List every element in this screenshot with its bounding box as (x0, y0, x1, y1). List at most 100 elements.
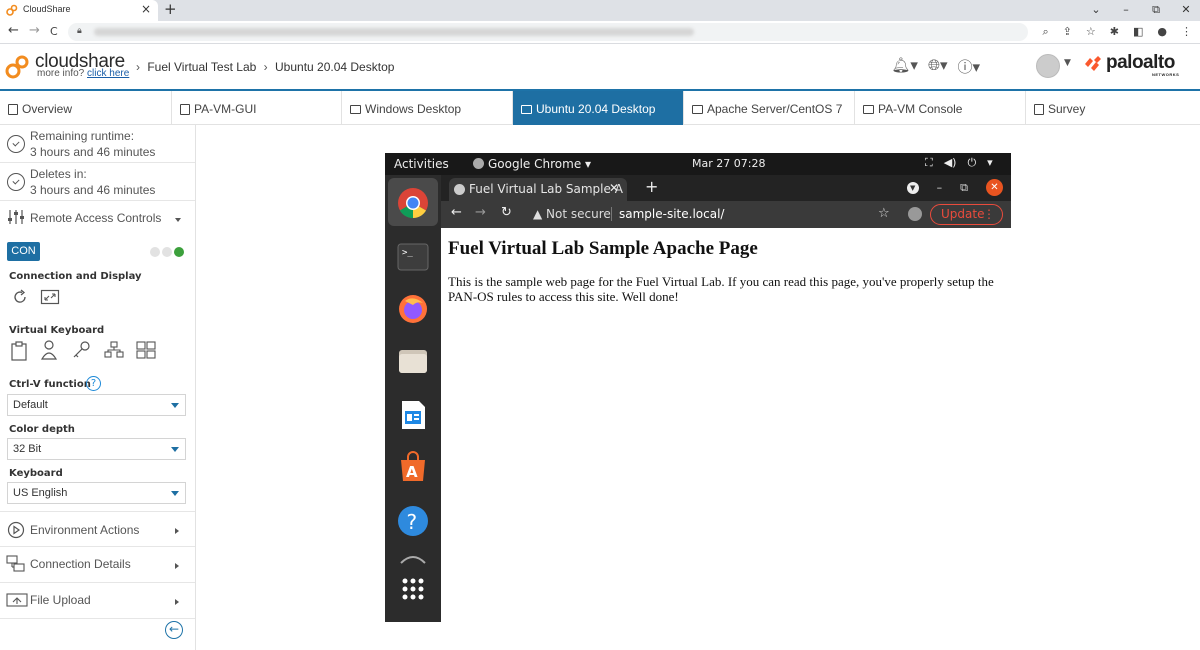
deletes-in: Deletes in: 3 hours and 46 minutes (0, 163, 195, 201)
chevron-down-icon (171, 403, 179, 408)
close-tab-icon[interactable]: × (141, 2, 151, 16)
tab-ubuntu-desktop[interactable]: Ubuntu 20.04 Desktop (513, 91, 684, 125)
keyboard-select[interactable]: US English (7, 482, 186, 504)
tab-overview[interactable]: Overview (0, 91, 172, 125)
firefox-dock-icon[interactable] (397, 293, 429, 325)
profile-icon[interactable]: ● (1157, 25, 1167, 39)
file-upload[interactable]: File Upload (0, 583, 195, 619)
sitemap-icon[interactable] (104, 341, 124, 359)
remaining-runtime: Remaining runtime: 3 hours and 46 minute… (0, 125, 195, 163)
bell-icon[interactable]: 🔔︎▾ (891, 56, 918, 77)
minimize-icon[interactable]: – (937, 181, 943, 194)
chrome-tab[interactable]: Fuel Virtual Lab Sample A ✕ (449, 178, 627, 201)
svg-text:>_: >_ (402, 248, 413, 258)
ctrlv-heading: Ctrl-V function (9, 379, 91, 390)
reload-icon[interactable]: C (50, 25, 58, 38)
tray-caret-icon: ▾ (987, 156, 993, 169)
close-tab-icon[interactable]: ✕ (609, 181, 619, 195)
collapse-sidebar-icon[interactable]: ← (165, 621, 183, 639)
cloudshare-logo-icon[interactable] (5, 54, 31, 80)
remote-access-controls[interactable]: Remote Access Controls (0, 201, 195, 233)
page-heading: Fuel Virtual Lab Sample Apache Page (448, 238, 758, 259)
bookmark-star-icon[interactable]: ☆ (1086, 25, 1096, 39)
tab-windows-desktop[interactable]: Windows Desktop (342, 91, 513, 125)
clipboard-icon[interactable] (10, 340, 28, 362)
tab-survey[interactable]: Survey (1026, 91, 1200, 125)
files-dock-icon[interactable] (397, 345, 429, 377)
back-icon[interactable]: ← (451, 205, 462, 220)
dock-separator-icon (400, 556, 426, 564)
address-bar[interactable]: 🔒︎ (68, 23, 1028, 41)
back-icon[interactable]: ← (8, 23, 19, 38)
color-depth-heading: Color depth (9, 424, 75, 435)
extensions-icon[interactable]: ✱ (1110, 25, 1119, 39)
environment-actions[interactable]: Environment Actions (0, 511, 195, 547)
status-dot (162, 247, 172, 257)
avatar-caret-icon[interactable]: ▼ (1064, 58, 1071, 68)
globe-icon[interactable]: 🌐︎▾ (928, 56, 948, 77)
fullscreen-icon[interactable] (40, 287, 60, 307)
restore-icon[interactable]: ⧉ (1150, 3, 1162, 17)
clock-icon (7, 135, 25, 153)
not-secure-indicator[interactable]: ▲ Not secure (533, 207, 611, 221)
help-icon[interactable]: ? (86, 376, 101, 391)
show-apps-icon[interactable] (397, 573, 429, 605)
chevron-down-icon (175, 218, 181, 222)
browser-tab[interactable]: CloudShare × (0, 0, 158, 21)
help-icon[interactable]: ⓘ▾ (957, 56, 980, 77)
breadcrumb-project[interactable]: Fuel Virtual Test Lab (147, 60, 256, 74)
connection-status-dots (150, 247, 184, 257)
clock[interactable]: Mar 27 07:28 (692, 157, 765, 170)
chrome-dock-icon[interactable] (397, 187, 429, 219)
minimize-icon[interactable]: – (1120, 3, 1132, 17)
close-window-icon[interactable]: ✕ (1180, 3, 1192, 17)
terminal-dock-icon[interactable]: >_ (397, 241, 429, 273)
tab-pa-vm-gui[interactable]: PA-VM-GUI (172, 91, 342, 125)
tab-search-icon[interactable]: ⌄ (1090, 3, 1102, 17)
chrome-tab-title: Fuel Virtual Lab Sample A (469, 182, 623, 196)
update-button[interactable]: Update ⋮ (930, 204, 1003, 225)
system-tray[interactable]: ⛶ ◀) ⏻ ▾ (925, 156, 993, 170)
url-input[interactable]: sample-site.local/ (619, 207, 724, 221)
con-badge[interactable]: CON (7, 242, 40, 261)
color-depth-select[interactable]: 32 Bit (7, 438, 186, 460)
restore-icon[interactable]: ⧉ (960, 181, 968, 195)
forward-icon[interactable]: → (475, 205, 486, 220)
reload-icon[interactable]: ↻ (501, 205, 512, 220)
help-dock-icon[interactable]: ? (397, 505, 429, 537)
app-menu[interactable]: Google Chrome ▾ (473, 157, 591, 171)
chrome-menu-icon[interactable]: ⋮ (1181, 25, 1192, 39)
bookmark-star-icon[interactable]: ☆ (878, 206, 890, 221)
new-tab-button[interactable]: + (645, 177, 658, 196)
remote-desktop[interactable]: Activities Google Chrome ▾ Mar 27 07:28 … (385, 153, 1011, 622)
profile-icon[interactable] (908, 207, 922, 221)
paloalto-subtitle: NETWORKS (1152, 72, 1180, 77)
tab-search-icon[interactable]: ▼ (906, 181, 919, 194)
grid-layout-icon[interactable] (136, 341, 156, 359)
user-avatar[interactable] (1036, 54, 1060, 78)
document-icon (8, 104, 18, 115)
tab-pa-vm-console[interactable]: PA-VM Console (855, 91, 1026, 125)
key-icon[interactable] (72, 340, 92, 360)
user-icon[interactable] (40, 339, 58, 361)
connection-details[interactable]: Connection Details (0, 547, 195, 583)
browser-toolbar: ← → C 🔒︎ ⌕ ⇪ ☆ ✱ ◧ ● ⋮ (0, 21, 1200, 44)
ctrlv-value: Default (13, 399, 48, 411)
activities-button[interactable]: Activities (394, 157, 449, 171)
lock-icon: 🔒︎ (77, 26, 82, 36)
tab-apache-server[interactable]: Apache Server/CentOS 7 (684, 91, 855, 125)
ctrlv-select[interactable]: Default (7, 394, 186, 416)
monitor-icon (521, 105, 532, 114)
writer-dock-icon[interactable] (397, 399, 429, 431)
new-tab-button[interactable]: + (164, 0, 177, 18)
url-divider (611, 207, 612, 221)
reconnect-icon[interactable] (10, 287, 30, 307)
software-center-dock-icon[interactable]: A (397, 451, 429, 483)
zoom-icon[interactable]: ⌕ (1043, 25, 1049, 39)
sidepanel-icon[interactable]: ◧ (1133, 25, 1143, 39)
forward-icon[interactable]: → (29, 23, 40, 38)
close-window-icon[interactable]: ✕ (986, 179, 1003, 196)
more-info-link[interactable]: click here (87, 68, 129, 79)
share-icon[interactable]: ⇪ (1063, 25, 1072, 39)
chrome-tabstrip: Fuel Virtual Lab Sample A ✕ + ▼ – ⧉ ✕ (441, 175, 1011, 201)
